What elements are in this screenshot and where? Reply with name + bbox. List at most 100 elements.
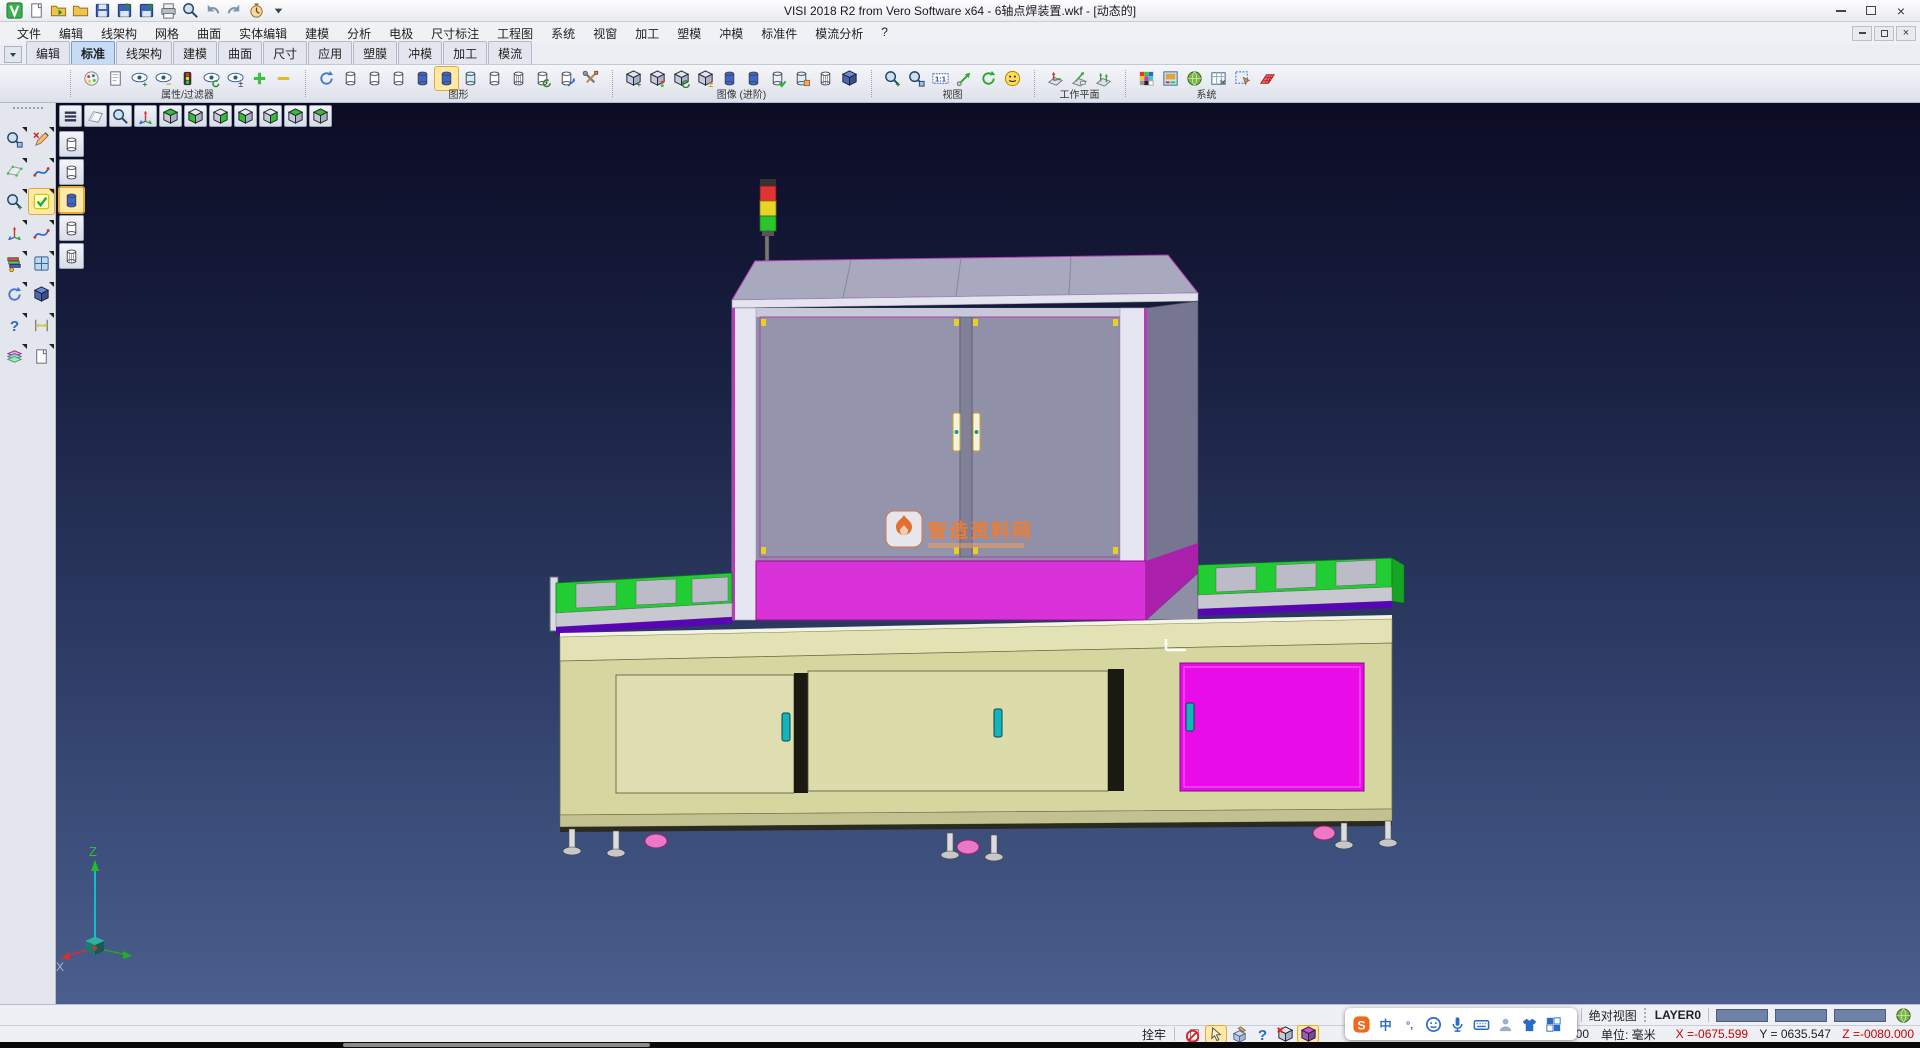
quick-access-more-icon[interactable] — [268, 1, 289, 21]
refresh-view-icon[interactable] — [977, 67, 1000, 90]
measure-width-icon[interactable] — [29, 313, 54, 338]
context-help-icon[interactable]: ? — [2, 313, 27, 338]
render-cube-icon[interactable] — [838, 67, 861, 90]
tab-mold[interactable]: 塑膜 — [353, 41, 397, 64]
insert-file-icon[interactable] — [70, 1, 91, 21]
menu-window[interactable]: 视窗 — [584, 22, 626, 45]
validate-solid-icon[interactable] — [766, 67, 789, 90]
recent-files-icon[interactable] — [246, 1, 267, 21]
menu-mold[interactable]: 塑模 — [668, 22, 710, 45]
grid-settings-icon[interactable] — [1255, 67, 1278, 90]
save-as-icon[interactable] — [114, 1, 135, 21]
hatched-view-icon[interactable] — [507, 67, 530, 90]
zoom-window-icon[interactable] — [2, 127, 27, 152]
display-shaded-icon[interactable] — [59, 187, 84, 213]
zoom-extents-icon[interactable]: + — [881, 67, 904, 90]
wireframe-view-icon[interactable] — [339, 67, 362, 90]
print-preview-icon[interactable] — [180, 1, 201, 21]
view-front-icon[interactable] — [184, 105, 207, 127]
selection-filter-icon[interactable] — [176, 67, 199, 90]
scene-refresh-icon[interactable] — [670, 67, 693, 90]
select-plane-icon[interactable] — [2, 158, 27, 183]
tab-moldflow[interactable]: 模流 — [488, 41, 532, 64]
tab-wireframe[interactable]: 线架构 — [116, 41, 172, 64]
menu-standard-parts[interactable]: 标准件 — [752, 22, 806, 45]
tab-die[interactable]: 冲模 — [398, 41, 442, 64]
ime-account-icon[interactable] — [1495, 1014, 1516, 1035]
refresh-visibility-icon[interactable] — [200, 67, 223, 90]
globe-icon[interactable] — [1893, 1005, 1914, 1025]
view-back-icon[interactable] — [209, 105, 232, 127]
sketch-curve-icon[interactable] — [29, 158, 54, 183]
workplane-edit-icon[interactable] — [1068, 67, 1091, 90]
view-right-icon[interactable] — [259, 105, 282, 127]
print-icon[interactable] — [158, 1, 179, 21]
menu-moldflow[interactable]: 模流分析 — [806, 22, 872, 45]
display-flat-icon[interactable] — [59, 215, 84, 241]
section-view-icon[interactable] — [814, 67, 837, 90]
snap-solid-icon[interactable] — [1298, 1026, 1318, 1042]
snap-pick-icon[interactable] — [1206, 1026, 1226, 1042]
tab-options-dropdown[interactable] — [4, 46, 22, 63]
ime-language-icon[interactable]: 中 — [1375, 1014, 1396, 1035]
hide-entities-icon[interactable]: − — [152, 67, 175, 90]
snap-help-icon[interactable]: ? — [1252, 1026, 1272, 1042]
dashed-hidden-view-icon[interactable] — [387, 67, 410, 90]
environment-settings-icon[interactable] — [1183, 67, 1206, 90]
confirm-selection-icon[interactable] — [29, 189, 54, 214]
ime-emoji-icon[interactable] — [1423, 1014, 1444, 1035]
display-wireframe-icon[interactable] — [59, 131, 84, 157]
menu-machining[interactable]: 加工 — [626, 22, 668, 45]
hide-selected-icon[interactable] — [272, 67, 295, 90]
tab-modeling[interactable]: 建模 — [173, 41, 217, 64]
regenerate-icon[interactable] — [2, 282, 27, 307]
regenerate-solid-icon[interactable] — [531, 67, 554, 90]
triad-toggle-icon[interactable] — [134, 105, 157, 127]
selection-settings-icon[interactable] — [1231, 67, 1254, 90]
display-attributes-icon[interactable] — [80, 67, 103, 90]
ime-skin-icon[interactable] — [1519, 1014, 1540, 1035]
layer-manager-icon[interactable] — [2, 344, 27, 369]
taskbar-segment[interactable] — [343, 1043, 650, 1047]
mdi-restore-button[interactable] — [1874, 26, 1894, 41]
attribute-report-icon[interactable] — [104, 67, 127, 90]
redo-icon[interactable] — [224, 1, 245, 21]
save-copy-icon[interactable] — [136, 1, 157, 21]
display-hatched-icon[interactable] — [59, 243, 84, 269]
color-settings-icon[interactable] — [1135, 67, 1158, 90]
sogou-logo-icon[interactable]: S — [1351, 1014, 1372, 1035]
shaded-edges-view-icon[interactable] — [435, 67, 458, 90]
viewport-3d[interactable]: 智造资料网 Z X — [56, 103, 1920, 1004]
ime-voice-icon[interactable] — [1447, 1014, 1468, 1035]
solid-properties-icon[interactable] — [790, 67, 813, 90]
menu-system[interactable]: 系统 — [542, 22, 584, 45]
maximize-button[interactable] — [1856, 2, 1886, 20]
close-button[interactable]: × — [1886, 2, 1916, 20]
new-file-icon[interactable] — [26, 1, 47, 21]
scene-filter-icon[interactable] — [646, 67, 669, 90]
tab-dimension[interactable]: 尺寸 — [263, 41, 307, 64]
zoom-fit-icon[interactable] — [109, 105, 132, 127]
shaded-solid-edges-icon[interactable] — [742, 67, 765, 90]
convert-solid-icon[interactable] — [555, 67, 578, 90]
display-settings-icon[interactable] — [1159, 67, 1182, 90]
display-hidden-icon[interactable] — [59, 159, 84, 185]
shaded-mode-icon[interactable] — [84, 105, 107, 127]
regen-graphics-icon[interactable] — [315, 67, 338, 90]
mdi-minimize-button[interactable] — [1852, 26, 1872, 41]
open-file-icon[interactable] — [48, 1, 69, 21]
ime-keyboard-icon[interactable] — [1471, 1014, 1492, 1035]
transparent-view-icon[interactable] — [459, 67, 482, 90]
scene-toggle-icon[interactable]: ± — [694, 67, 717, 90]
viewport-menu-icon[interactable] — [59, 105, 82, 127]
hidden-line-view-icon[interactable] — [363, 67, 386, 90]
show-all-icon[interactable] — [248, 67, 271, 90]
zoom-selection-icon[interactable] — [905, 67, 928, 90]
render-quality-icon[interactable] — [1001, 67, 1024, 90]
ime-toolbox-icon[interactable] — [1543, 1014, 1564, 1035]
flat-view-icon[interactable] — [483, 67, 506, 90]
undo-icon[interactable] — [202, 1, 223, 21]
solid-preview-icon[interactable] — [29, 282, 54, 307]
lock-label[interactable]: 拴牢 — [1142, 1026, 1166, 1043]
ucs-origin-icon[interactable] — [2, 220, 27, 245]
